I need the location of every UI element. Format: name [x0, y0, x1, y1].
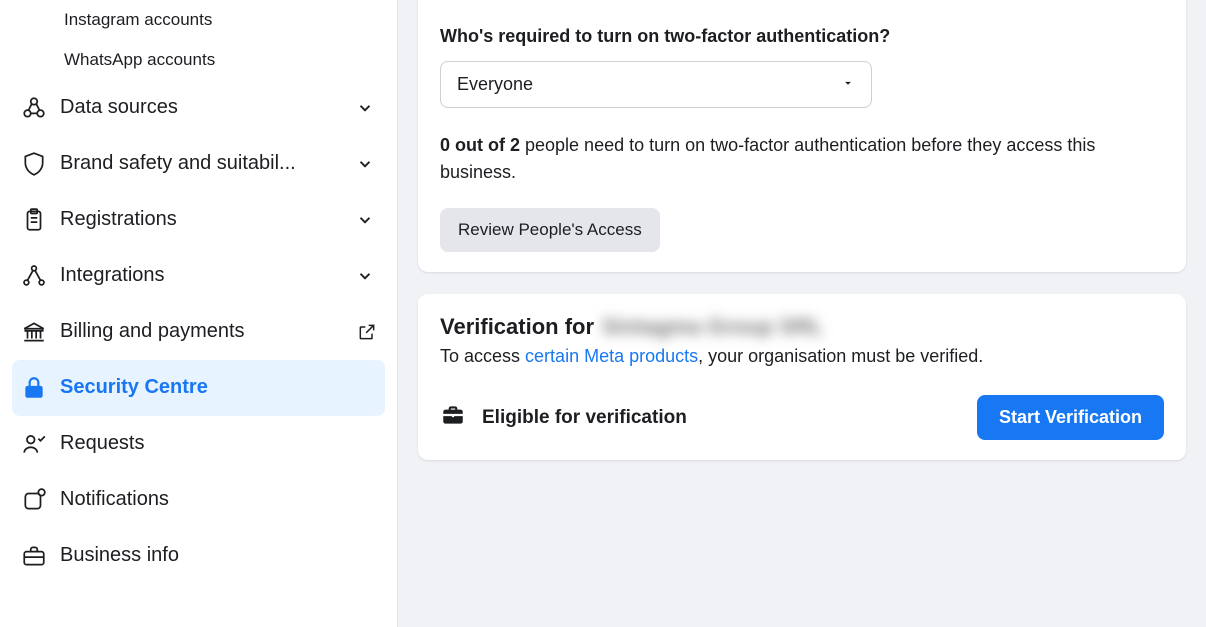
verification-org-name-blurred: Sintagma Group SRL [602, 314, 823, 340]
caret-down-icon [841, 74, 855, 95]
sidebar-item-label: Billing and payments [60, 320, 357, 343]
integrations-icon [20, 262, 48, 290]
sidebar-item-billing[interactable]: Billing and payments [12, 304, 385, 360]
select-value: Everyone [457, 74, 533, 95]
briefcase-icon [20, 542, 48, 570]
external-link-icon [357, 322, 377, 342]
sidebar-item-notifications[interactable]: Notifications [12, 472, 385, 528]
twofa-required-select[interactable]: Everyone [440, 61, 872, 108]
sidebar-item-data-sources[interactable]: Data sources [12, 80, 385, 136]
verification-subtitle: To access certain Meta products, your or… [440, 346, 1164, 367]
sidebar-item-label: Brand safety and suitabil... [60, 152, 353, 175]
sidebar-item-business-info[interactable]: Business info [12, 528, 385, 584]
sidebar-item-requests[interactable]: Requests [12, 416, 385, 472]
sidebar-item-label: Requests [60, 432, 377, 455]
chevron-down-icon [353, 208, 377, 232]
sidebar-item-security[interactable]: Security Centre [12, 360, 385, 416]
sidebar-item-label: Integrations [60, 264, 353, 287]
notification-square-icon [20, 486, 48, 514]
twofa-question: Who's required to turn on two-factor aut… [440, 26, 1164, 47]
two-factor-card: settings Who's required to turn on two-f… [418, 0, 1186, 272]
verification-card: Verification for Sintagma Group SRL To a… [418, 294, 1186, 460]
sidebar-item-instagram-accounts[interactable]: Instagram accounts [12, 0, 385, 40]
sidebar-item-label: Notifications [60, 488, 377, 511]
twofa-status-text: 0 out of 2 people need to turn on two-fa… [440, 132, 1164, 186]
chevron-down-icon [353, 264, 377, 288]
settings-link-partial[interactable]: settings [440, 0, 1164, 6]
sidebar-item-brand-safety[interactable]: Brand safety and suitabil... [12, 136, 385, 192]
clipboard-icon [20, 206, 48, 234]
chevron-down-icon [353, 96, 377, 120]
chevron-down-icon [353, 152, 377, 176]
people-check-icon [20, 430, 48, 458]
sidebar-item-whatsapp-accounts[interactable]: WhatsApp accounts [12, 40, 385, 80]
sidebar: Instagram accounts WhatsApp accounts Dat… [0, 0, 398, 627]
sidebar-item-label: Business info [60, 544, 377, 567]
review-access-button[interactable]: Review People's Access [440, 208, 660, 252]
nodes-icon [20, 94, 48, 122]
verification-title: Verification for Sintagma Group SRL [440, 314, 1164, 340]
shield-icon [20, 150, 48, 178]
eligibility-status: Eligible for verification [440, 402, 687, 434]
sidebar-item-label: Security Centre [60, 376, 377, 399]
sidebar-item-label: Registrations [60, 208, 353, 231]
sidebar-item-label: Data sources [60, 96, 353, 119]
meta-products-link[interactable]: certain Meta products [525, 346, 698, 366]
briefcase-icon [440, 402, 466, 434]
lock-icon [20, 374, 48, 402]
bank-icon [20, 318, 48, 346]
main-content: settings Who's required to turn on two-f… [398, 0, 1206, 627]
sidebar-item-integrations[interactable]: Integrations [12, 248, 385, 304]
start-verification-button[interactable]: Start Verification [977, 395, 1164, 440]
sidebar-item-registrations[interactable]: Registrations [12, 192, 385, 248]
